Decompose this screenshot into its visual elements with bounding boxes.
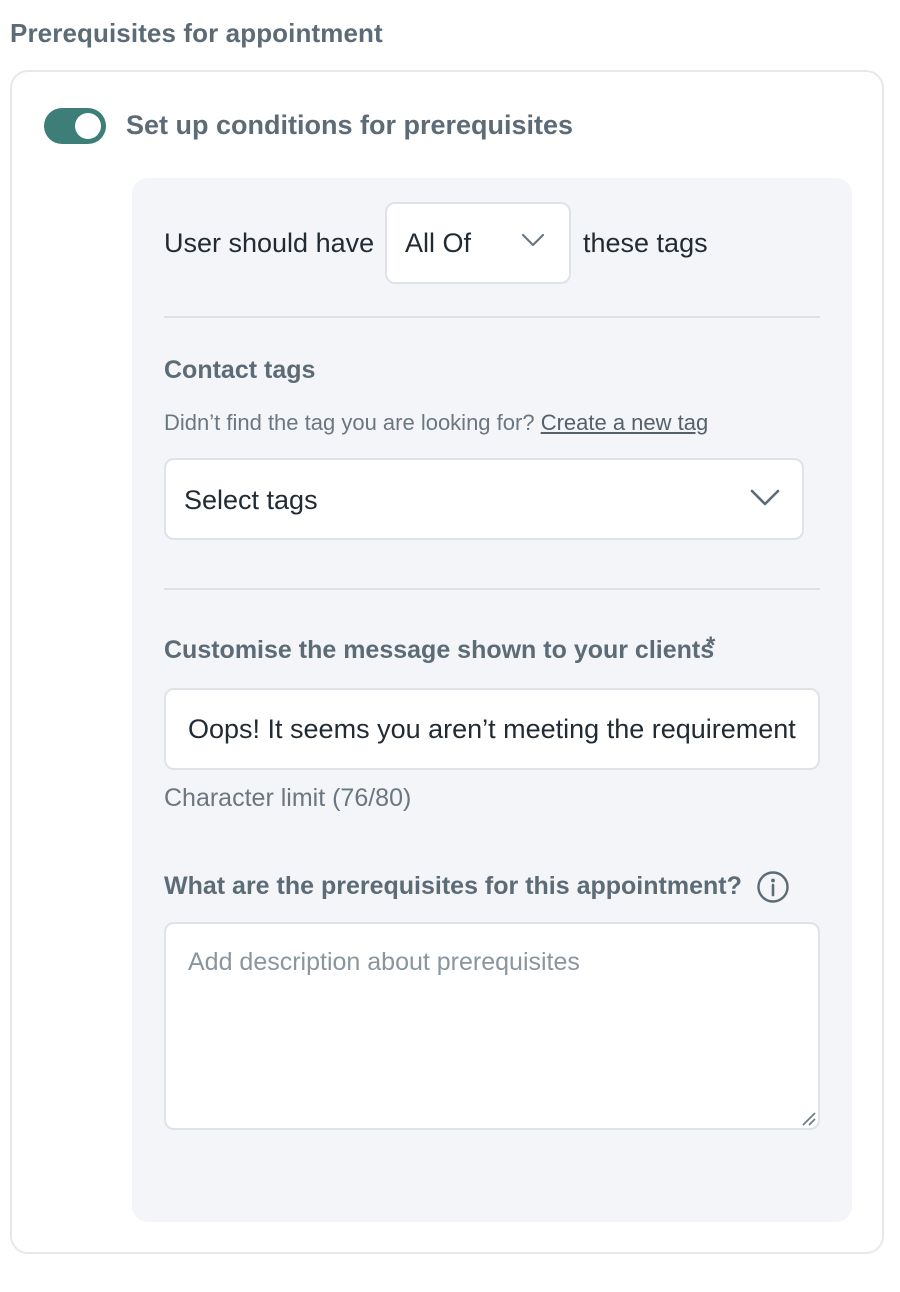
tag-match-select[interactable]: All Of: [385, 202, 571, 284]
chevron-down-icon: [521, 233, 545, 247]
tag-match-value: All Of: [405, 228, 472, 258]
character-limit: Character limit (76/80): [164, 784, 412, 812]
create-new-tag-link[interactable]: Create a new tag: [541, 410, 709, 435]
helper-text: Didn’t find the tag you are looking for?: [164, 410, 535, 435]
info-icon[interactable]: [756, 870, 790, 904]
tags-select[interactable]: Select tags: [164, 458, 804, 540]
divider: [164, 588, 820, 590]
client-message-input[interactable]: [164, 688, 820, 770]
required-mark: *: [706, 632, 716, 659]
tag-rule-prefix: User should have: [164, 228, 375, 258]
contact-tags-label: Contact tags: [164, 356, 316, 384]
prerequisites-toggle[interactable]: [44, 108, 106, 144]
toggle-label: Set up conditions for prerequisites: [126, 110, 574, 140]
message-label: Customise the message shown to your clie…: [164, 636, 715, 664]
prerequisites-description-textarea[interactable]: [164, 922, 820, 1130]
divider: [164, 316, 820, 318]
tag-rule-suffix: these tags: [583, 228, 708, 258]
tags-select-placeholder: Select tags: [184, 485, 318, 515]
prerequisites-label: What are the prerequisites for this appo…: [164, 872, 742, 900]
section-title: Prerequisites for appointment: [10, 18, 383, 48]
toggle-knob: [75, 113, 101, 139]
contact-tags-helper: Didn’t find the tag you are looking for?…: [164, 410, 708, 436]
resize-handle-icon[interactable]: [800, 1110, 816, 1126]
chevron-down-icon: [750, 489, 780, 506]
